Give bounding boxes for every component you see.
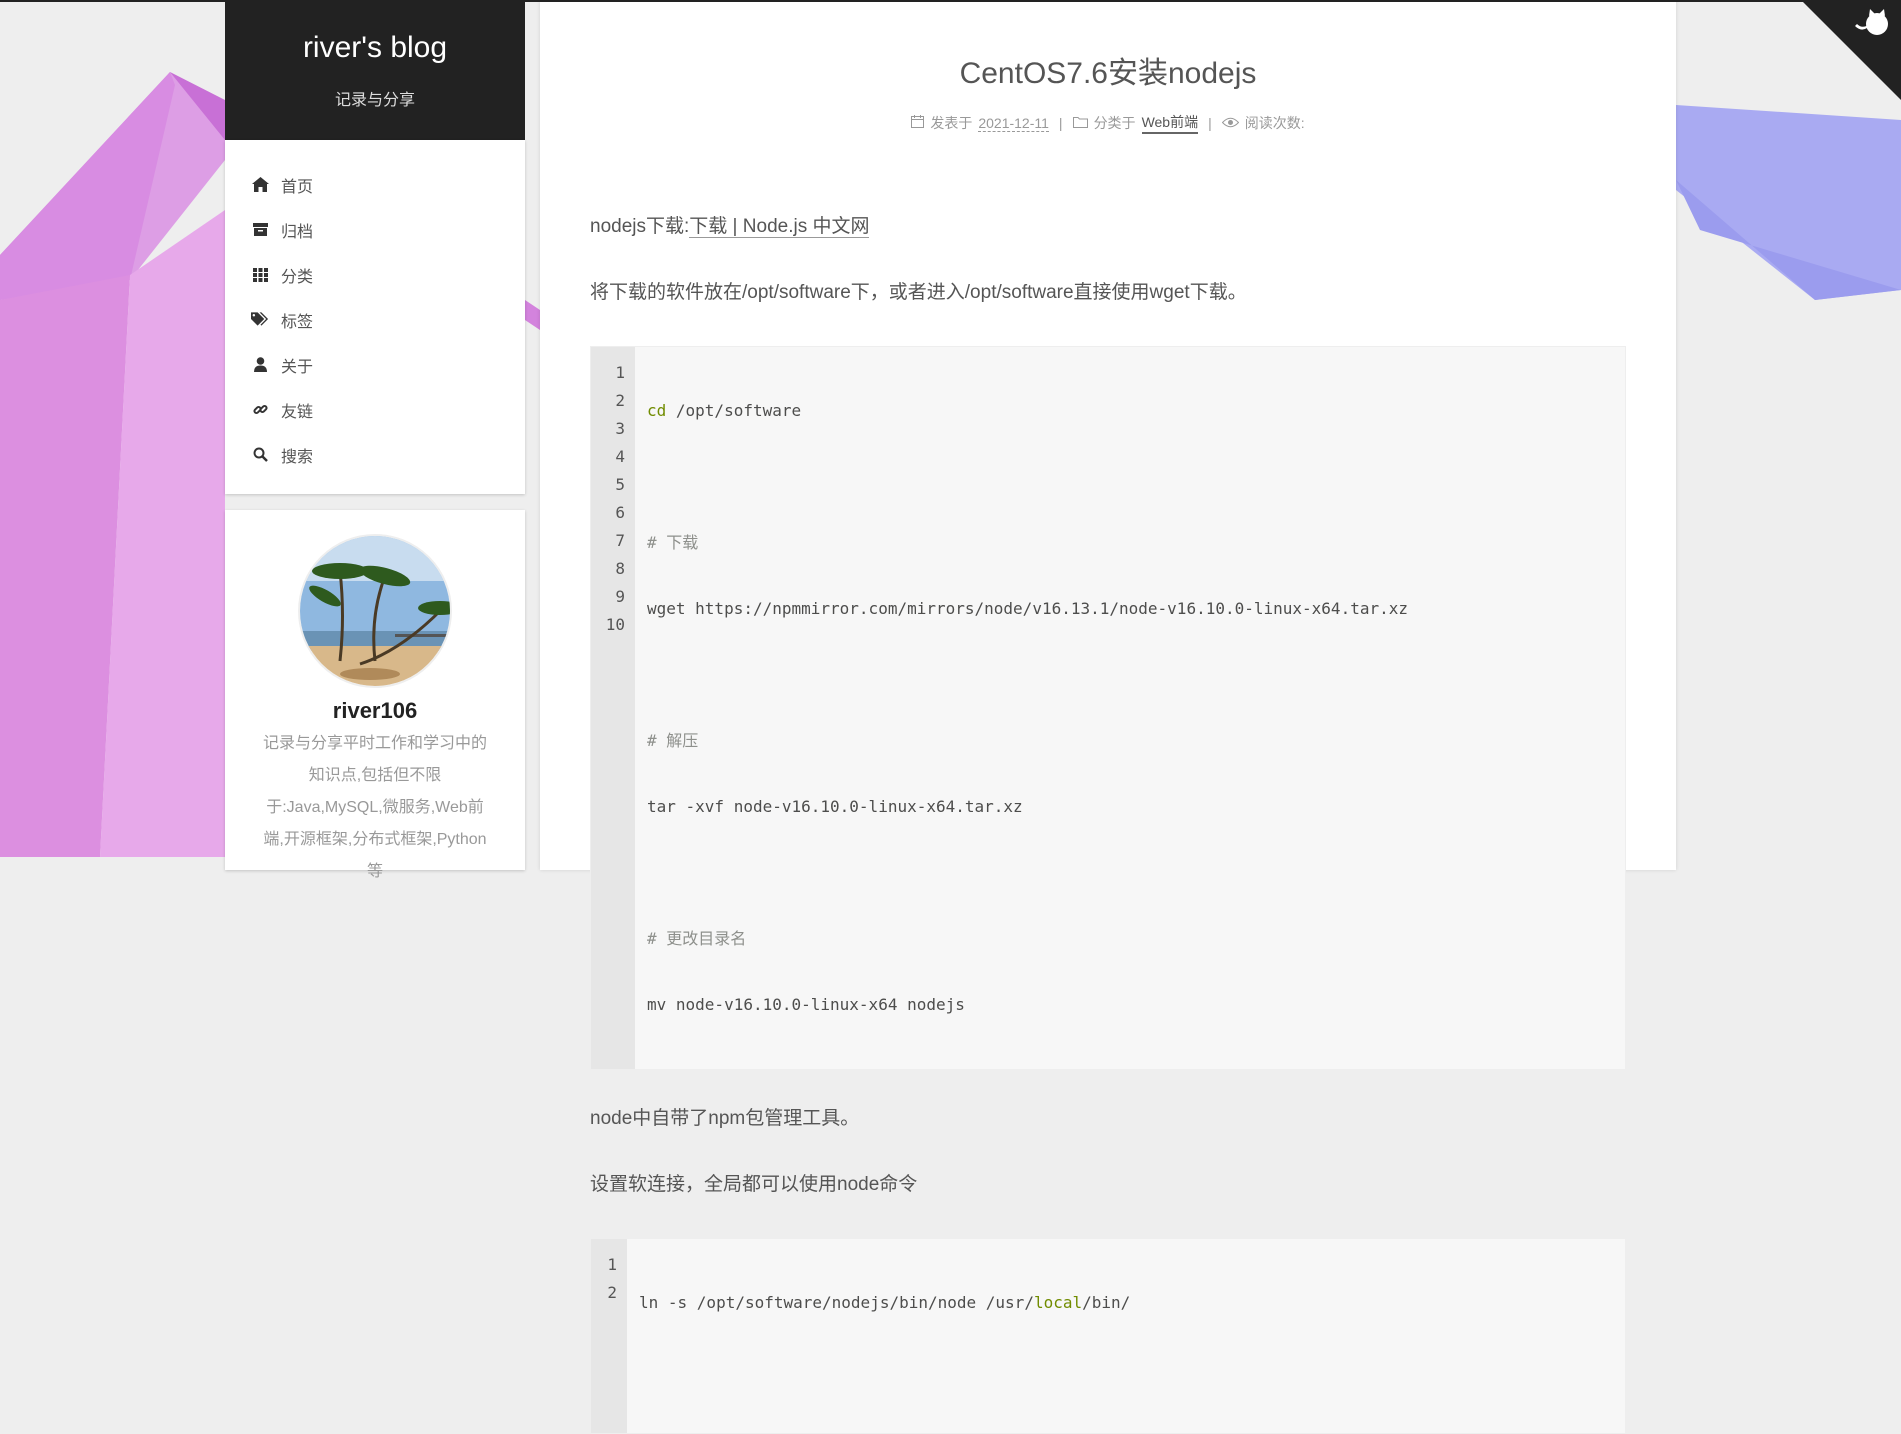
github-corner[interactable] (1801, 0, 1901, 100)
code-block: 1 2 ln -s /opt/software/nodejs/bin/node … (590, 1238, 1626, 1434)
link-icon (251, 401, 269, 419)
line-number: 4 (615, 447, 625, 467)
paragraph: nodejs下载:下载 | Node.js 中文网 (590, 214, 1626, 240)
post-title: CentOS7.6安装nodejs (959, 57, 1257, 90)
code-line: cd /opt/software (647, 401, 802, 421)
line-number: 5 (615, 475, 625, 495)
category-link[interactable]: Web前端 (1141, 112, 1199, 135)
posted-label: 发表于 (930, 115, 973, 132)
code-lines: cd /opt/software # 下载 wget https://npmmi… (635, 347, 1420, 1069)
menu-item-label: 标签 (281, 313, 314, 331)
menu-item-links[interactable]: 友链 (225, 387, 525, 432)
menu-item-categories[interactable]: 分类 (225, 252, 525, 297)
menu-item-search[interactable]: 搜索 (225, 432, 525, 477)
code-comment: # 解压 (647, 731, 699, 751)
author-profile: river106 记录与分享平时工作和学习中的知识点,包括但不限于:Java,M… (225, 510, 525, 880)
views-label: 阅读次数: (1244, 115, 1305, 132)
site-brand: river's blog 记录与分享 (225, 0, 525, 140)
code-line: wget https://npmmirror.com/mirrors/node/… (647, 599, 1408, 619)
line-number: 2 (607, 1283, 617, 1303)
menu-item-label: 归档 (281, 223, 314, 241)
search-icon (251, 446, 269, 464)
code-block: 1 2 3 4 5 6 7 8 9 10 cd /opt/software # … (590, 346, 1626, 1071)
code-line: tar -xvf node-v16.10.0-linux-x64.tar.xz (647, 797, 1023, 817)
site-title[interactable]: river's blog (225, 0, 525, 66)
post-date: 2021-12-11 (978, 114, 1049, 132)
category-label: 分类于 (1093, 115, 1136, 132)
line-number: 8 (615, 559, 625, 579)
line-number: 1 (607, 1255, 617, 1275)
line-number: 2 (615, 391, 625, 411)
home-icon (251, 176, 269, 194)
meta-divider: | (1058, 115, 1063, 132)
menu-item-label: 友链 (281, 403, 314, 421)
menu-item-label: 搜索 (281, 448, 314, 466)
line-number: 3 (615, 419, 625, 439)
folder-icon (1072, 115, 1088, 131)
menu-item-label: 首页 (281, 178, 314, 196)
paragraph: 将下载的软件放在/opt/software下，或者进入/opt/software… (590, 282, 1247, 304)
line-numbers: 1 2 (591, 1239, 627, 1434)
avatar (298, 534, 452, 688)
grid-icon (251, 266, 269, 284)
author-description: 记录与分享平时工作和学习中的知识点,包括但不限于:Java,MySQL,微服务,… (262, 735, 487, 880)
menu-item-home[interactable]: 首页 (225, 162, 525, 207)
line-number: 10 (605, 615, 625, 635)
archive-icon (251, 221, 269, 239)
eye-icon (1221, 115, 1239, 131)
site-subtitle: 记录与分享 (334, 92, 415, 109)
paragraph: 设置软连接，全局都可以使用node命令 (590, 1174, 918, 1196)
code-comment: # 更改目录名 (647, 929, 747, 949)
line-number: 1 (615, 363, 625, 383)
author-name: river106 (332, 698, 418, 723)
download-prefix: nodejs下载: (590, 216, 690, 238)
line-number: 6 (615, 503, 625, 523)
menu-item-about[interactable]: 关于 (225, 342, 525, 387)
post-body: nodejs下载:下载 | Node.js 中文网 将下载的软件放在/opt/s… (540, 214, 1676, 1434)
code-line: ln -s /opt/software/nodejs/bin/node /usr… (639, 1293, 1131, 1313)
code-line: mv node-v16.10.0-linux-x64 nodejs (647, 995, 965, 1015)
code-lines: ln -s /opt/software/nodejs/bin/node /usr… (627, 1239, 1142, 1433)
nodejs-download-link[interactable]: 下载 | Node.js 中文网 (689, 216, 870, 239)
post-article: CentOS7.6安装nodejs 发表于 2021-12-11 | 分类于 W… (540, 0, 1676, 1434)
menu-item-label: 关于 (281, 358, 314, 376)
tags-icon (251, 311, 269, 329)
menu-item-tags[interactable]: 标签 (225, 297, 525, 342)
user-icon (251, 356, 269, 374)
line-number: 9 (615, 587, 625, 607)
line-number: 7 (615, 531, 625, 551)
menu-item-label: 分类 (281, 268, 314, 286)
calendar-icon (911, 115, 925, 131)
line-numbers: 1 2 3 4 5 6 7 8 9 10 (591, 347, 635, 1070)
meta-divider: | (1208, 115, 1212, 132)
sidebar-menu: 首页 归档 分类 标签 关于 友链 搜索 (225, 140, 525, 494)
paragraph: node中自带了npm包管理工具。 (590, 1108, 860, 1130)
top-border (0, 0, 1901, 2)
code-comment: # 下载 (647, 533, 699, 553)
menu-item-archive[interactable]: 归档 (225, 207, 525, 252)
post-meta: 发表于 2021-12-11 | 分类于 Web前端 | 阅读次数: (540, 112, 1676, 135)
